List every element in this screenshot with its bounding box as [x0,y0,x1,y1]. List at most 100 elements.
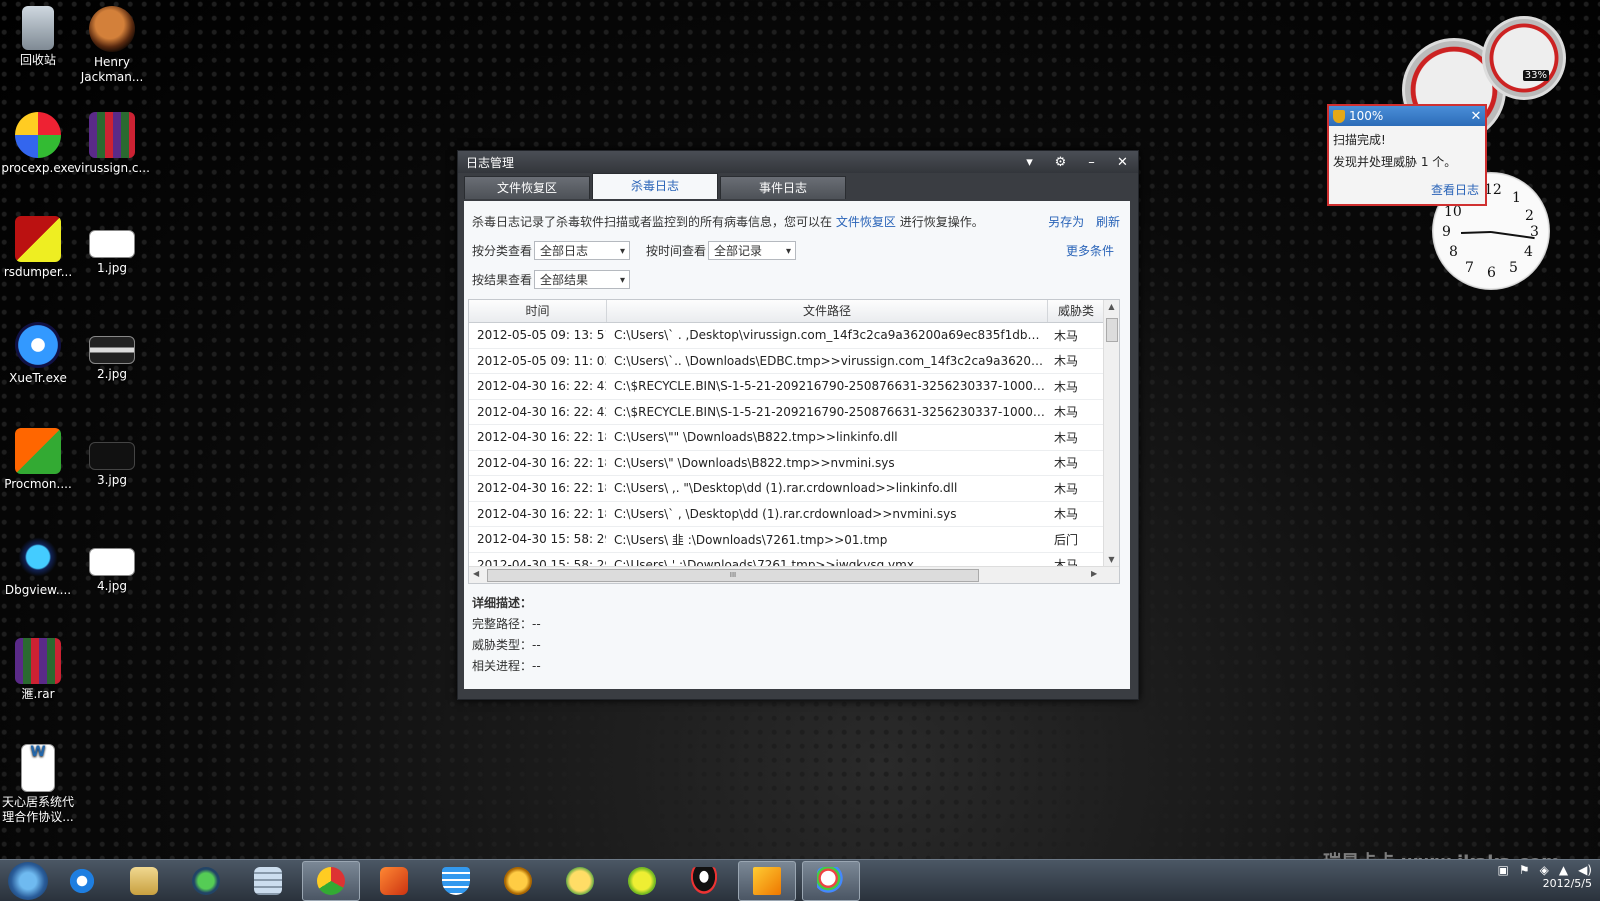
dbgview-icon [15,534,61,580]
volume-icon[interactable]: ◀) [1578,863,1592,877]
filter-time-label: 按时间查看 [646,244,707,258]
top-links: 另存为 刷新 [1040,213,1120,230]
image-file-icon [89,548,135,576]
jpg-file-1[interactable]: 1.jpg [74,216,150,276]
taskbar: ▣ ⚑ ◈ ▲ ◀) 2012/5/5 [0,859,1600,901]
gear-icon[interactable]: ⚙ [1045,155,1076,170]
jpg-file-2[interactable]: 2.jpg [74,322,150,382]
tray-date[interactable]: 2012/5/5 [1498,877,1592,891]
word-document-icon [21,744,55,792]
detail-threat-type: 威胁类型：-- [472,638,541,652]
filter-result-select[interactable]: 全部结果 [534,270,631,290]
close-icon[interactable]: ✕ [1467,109,1485,124]
clock-number: 1 [1512,190,1521,206]
jpg-file-4[interactable]: 4.jpg [74,534,150,594]
lion-icon [504,866,532,895]
table-row[interactable]: 2012-04-30 16: 22: 42 C:\$RECYCLE.BIN\S-1… [469,400,1119,425]
xuetr-file[interactable]: XueTr.exe [0,322,76,386]
log-table: 时间 文件路径 威胁类 2012-05-05 09: 13: 51 C:\User… [468,299,1120,584]
table-row[interactable]: 2012-04-30 16: 22: 18 C:\Users\"" \Downlo… [469,425,1119,451]
vertical-scrollbar[interactable]: ▲ ▼ [1103,300,1119,566]
taskbar-calculator[interactable] [240,862,296,900]
procmon-file[interactable]: Procmon.... [0,428,76,492]
henry-jackman-file[interactable]: Henry Jackman... [74,6,150,85]
taskbar-cat[interactable] [552,862,608,900]
table-row[interactable]: 2012-05-05 09: 13: 51 C:\Users\` . ,Deskt… [469,323,1119,349]
save-as-link[interactable]: 另存为 [1048,215,1084,229]
window-titlebar[interactable]: 日志管理 ▾ ⚙ – ✕ [458,151,1138,173]
taskbar-explorer[interactable] [116,862,172,900]
cpu-meter-gadget[interactable]: 33% [1482,16,1566,100]
shield-icon [1333,109,1345,123]
clock-hour-hand [1460,231,1492,235]
table-row[interactable]: 2012-05-05 09: 11: 03 C:\Users\`.. \Downl… [469,349,1119,374]
flag-icon[interactable]: ⚑ [1519,863,1530,877]
refresh-link[interactable]: 刷新 [1096,215,1120,229]
file-recovery-link[interactable]: 文件恢复区 [836,215,896,229]
dbgview-file[interactable]: Dbgview.... [0,534,76,598]
tray-icons: ▣ ⚑ ◈ ▲ ◀) [1498,863,1593,877]
clock-number: 10 [1444,204,1462,220]
scroll-down-icon[interactable]: ▼ [1104,555,1119,564]
column-header-path[interactable]: 文件路径 [607,300,1048,322]
filter-category: 按分类查看 全部日志 [472,241,631,261]
taskbar-notes[interactable] [738,860,796,901]
taskbar-shield[interactable] [428,862,484,900]
table-row[interactable]: 2012-04-30 16: 22: 18 C:\Users\" \Downloa… [469,451,1119,476]
rar-archive-icon [15,638,61,684]
horizontal-scrollbar[interactable]: ◀ III ▶ [469,566,1119,583]
log-panel: 杀毒日志记录了杀毒软件扫描或者监控到的所有病毒信息，您可以在 文件恢复区 进行恢… [464,201,1130,689]
procmon-icon [15,428,61,474]
filter-time-select[interactable]: 全部记录 [708,241,797,261]
scroll-up-icon[interactable]: ▲ [1104,302,1119,311]
taskbar-paint[interactable] [802,860,860,901]
rsdumper-file[interactable]: rsdumper... [0,216,76,280]
doc-file[interactable]: 天心居系统代理合作协议... [0,744,76,825]
virussign-file[interactable]: virussign.c... [74,112,150,176]
start-button[interactable] [8,861,48,900]
network-tray-icon[interactable]: ▲ [1559,863,1568,877]
scroll-right-icon[interactable]: ▶ [1091,569,1097,578]
popup-line-2: 发现并处理威胁 1 个。 [1333,155,1457,169]
taskbar-ie[interactable] [54,862,110,900]
horizontal-scroll-thumb[interactable]: III [487,569,979,582]
tab-file-recovery[interactable]: 文件恢复区 [464,176,590,199]
menu-dropdown-icon[interactable]: ▾ [1014,155,1045,170]
taskbar-lion[interactable] [490,862,546,900]
close-button[interactable]: ✕ [1107,155,1138,170]
taskbar-qq[interactable] [676,862,732,900]
vertical-scroll-thumb[interactable] [1106,318,1118,342]
paint-icon [817,866,845,895]
detail-section: 详细描述： 完整路径：-- 威胁类型：-- 相关进程：-- [472,593,541,677]
minimize-button[interactable]: – [1076,155,1107,170]
media-icon [380,866,408,895]
more-conditions-link[interactable]: 更多条件 [1066,242,1114,259]
rar-file[interactable]: 滙.rar [0,638,76,702]
tab-event-log[interactable]: 事件日志 [720,176,846,199]
taskbar-network[interactable] [178,862,234,900]
table-row[interactable]: 2012-04-30 16: 22: 18 C:\Users\` , \Deskt… [469,502,1119,527]
view-log-link[interactable]: 查看日志 [1431,181,1479,198]
filter-category-select[interactable]: 全部日志 [534,241,631,261]
table-row[interactable]: 2012-04-30 15: 58: 29 C:\Users\ 韭 :\Downl… [469,527,1119,553]
procexp-file[interactable]: procexp.exe [0,112,76,176]
scroll-left-icon[interactable]: ◀ [473,569,479,578]
taskbar-fruit[interactable] [614,862,670,900]
taskbar-chrome[interactable] [302,860,360,901]
taskbar-media[interactable] [366,862,422,900]
cat-icon [566,866,594,895]
table-row[interactable]: 2012-04-30 16: 22: 18 C:\Users\ ,. "\Desk… [469,476,1119,502]
jpg-file-3[interactable]: 3.jpg [74,428,150,488]
popup-percent: 100% [1349,109,1384,123]
table-row[interactable]: 2012-04-30 16: 22: 42 C:\$RECYCLE.BIN\S-1… [469,374,1119,400]
recycle-bin-icon[interactable]: 回收站 [0,6,76,68]
monitor-icon[interactable]: ▣ [1498,863,1509,877]
popup-header: 100% ✕ [1329,106,1485,126]
clock-number: 2 [1525,208,1534,224]
security-icon[interactable]: ◈ [1540,863,1549,877]
filter-category-label: 按分类查看 [472,244,533,258]
column-header-type[interactable]: 威胁类 [1048,300,1104,322]
clock-number: 8 [1449,244,1458,260]
column-header-time[interactable]: 时间 [469,300,607,322]
tab-antivirus-log[interactable]: 杀毒日志 [592,173,718,199]
